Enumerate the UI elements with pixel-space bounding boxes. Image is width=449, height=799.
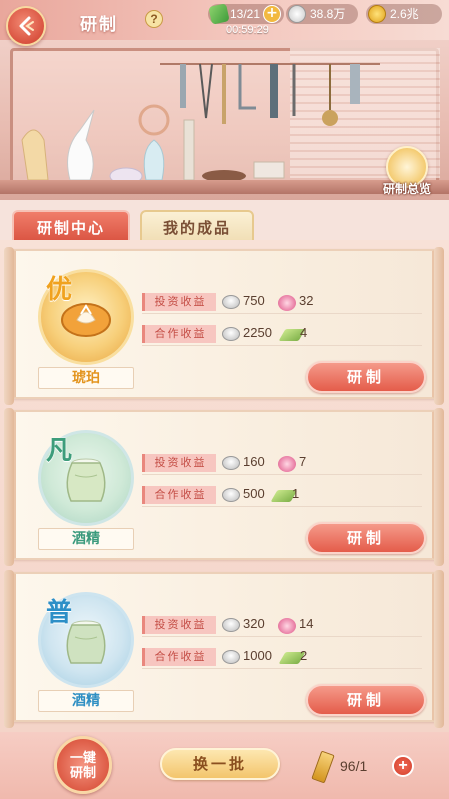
invest-income-value: 160: [243, 454, 265, 469]
one-click-label-line1: 一键: [69, 751, 96, 766]
divider: [142, 668, 422, 669]
silver-coin-icon: [222, 488, 240, 502]
research-button[interactable]: 研制: [306, 522, 426, 554]
hanging-tools-decoration: [160, 63, 380, 126]
gold-counter: 2.6兆: [366, 4, 442, 24]
gold-coin-icon: [368, 5, 386, 23]
flower-icon: [278, 618, 296, 634]
divider: [142, 506, 422, 507]
coop-income-label: 合作收益: [142, 648, 216, 666]
stamina-value: 13/21: [230, 7, 261, 21]
gold-value: 2.6兆: [390, 7, 419, 21]
silver-coin-icon: [222, 618, 240, 632]
silver-value: 38.8万: [310, 7, 346, 21]
research-item-card: 优 琥珀 投资收益 750 32 合作收益 2250 4 研制: [4, 247, 444, 405]
invest-bonus-value: 32: [299, 293, 314, 308]
research-item-card: 普 酒精 投资收益 320 14 合作收益 1000 2 研制: [4, 570, 444, 728]
silver-coin-icon: [222, 456, 240, 470]
silver-coin-icon: [222, 327, 240, 341]
divider: [142, 474, 422, 475]
coop-income-value: 1000: [243, 648, 272, 663]
coop-bonus-value: 2: [300, 648, 308, 663]
invest-income-label: 投资收益: [142, 616, 216, 634]
invest-bonus-value: 14: [299, 616, 314, 631]
research-button[interactable]: 研制: [306, 361, 426, 393]
one-click-label-line2: 研制: [69, 766, 96, 781]
item-name: 酒精: [38, 690, 134, 712]
grade-badge: 凡: [46, 436, 73, 466]
silver-counter: 38.8万: [286, 4, 358, 24]
help-icon[interactable]: ?: [145, 10, 163, 28]
flower-icon: [278, 295, 296, 311]
page-title: 研制: [80, 15, 118, 35]
silver-coin-icon: [288, 5, 306, 23]
invest-income-value: 750: [243, 293, 265, 308]
research-button[interactable]: 研制: [306, 684, 426, 716]
invest-bonus-value: 7: [299, 454, 307, 469]
grade-badge: 普: [46, 598, 73, 628]
coop-bonus-value: 4: [300, 325, 308, 340]
item-name: 琥珀: [38, 367, 134, 389]
invest-income-value: 320: [243, 616, 265, 631]
overview-label: 研制总览: [382, 182, 431, 196]
coop-income-value: 2250: [243, 325, 272, 340]
grade-badge: 优: [46, 275, 73, 305]
coop-income-label: 合作收益: [142, 325, 216, 343]
divider: [142, 313, 422, 314]
silver-coin-icon: [222, 650, 240, 664]
back-arrow-icon: [19, 16, 34, 36]
one-click-research-button[interactable]: 一键 研制: [54, 736, 112, 794]
flower-icon: [278, 456, 296, 472]
refresh-batch-button[interactable]: 换一批: [160, 748, 280, 780]
research-item-card: 凡 酒精 投资收益 160 7 合作收益 500 1 研制: [4, 408, 444, 566]
invest-income-label: 投资收益: [142, 293, 216, 311]
divider: [142, 345, 422, 346]
add-stamina-button[interactable]: +: [263, 5, 281, 23]
item-name: 酒精: [38, 528, 134, 550]
add-ticket-button[interactable]: +: [392, 755, 414, 777]
tab-my-products[interactable]: 我的成品: [140, 210, 254, 242]
silver-coin-icon: [222, 295, 240, 309]
coop-income-value: 500: [243, 486, 265, 501]
tab-research-center[interactable]: 研制中心: [12, 210, 130, 242]
coop-income-label: 合作收益: [142, 486, 216, 504]
research-overview-button[interactable]: 研制总览: [378, 146, 436, 204]
coop-bonus-value: 1: [292, 486, 300, 501]
ticket-count: 96/1: [340, 758, 368, 774]
divider: [142, 636, 422, 637]
stamina-icon: [208, 3, 230, 25]
research-list-panel: 优 琥珀 投资收益 750 32 合作收益 2250 4 研制 凡 酒精 投资收…: [0, 240, 449, 732]
back-button[interactable]: [6, 6, 46, 46]
invest-income-label: 投资收益: [142, 454, 216, 472]
stamina-timer: 00:59:29: [226, 24, 269, 36]
